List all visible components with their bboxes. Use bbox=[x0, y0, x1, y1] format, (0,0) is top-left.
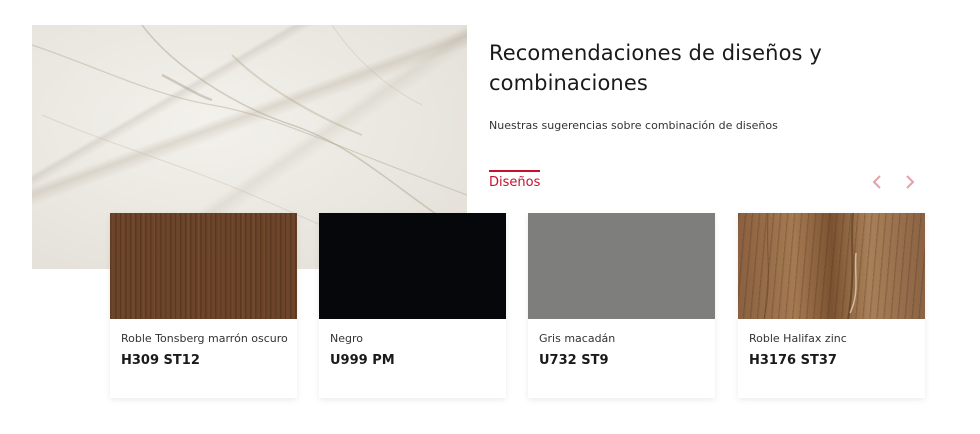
design-card[interactable]: Negro U999 PM bbox=[319, 213, 506, 398]
chevron-left-icon bbox=[872, 175, 881, 189]
design-card[interactable]: Roble Tonsberg marrón oscuro H309 ST12 bbox=[110, 213, 297, 398]
design-card[interactable]: Roble Halifax zinc H3176 ST37 bbox=[738, 213, 925, 398]
design-name: Roble Tonsberg marrón oscuro bbox=[121, 332, 288, 345]
page-subtitle: Nuestras sugerencias sobre combinación d… bbox=[489, 119, 778, 132]
design-code: H3176 ST37 bbox=[749, 353, 837, 368]
design-swatch bbox=[319, 213, 506, 319]
page-title: Recomendaciones de diseños y combinacion… bbox=[489, 41, 822, 95]
design-code: H309 ST12 bbox=[121, 353, 200, 368]
design-swatch bbox=[110, 213, 297, 319]
design-code: U999 PM bbox=[330, 353, 395, 368]
design-name: Gris macadán bbox=[539, 332, 616, 345]
chevron-right-icon bbox=[906, 175, 915, 189]
carousel-prev-button[interactable] bbox=[868, 172, 886, 192]
design-name: Roble Halifax zinc bbox=[749, 332, 847, 345]
design-swatch bbox=[528, 213, 715, 319]
design-code: U732 ST9 bbox=[539, 353, 609, 368]
carousel-next-button[interactable] bbox=[901, 172, 919, 192]
design-card[interactable]: Gris macadán U732 ST9 bbox=[528, 213, 715, 398]
design-swatch bbox=[738, 213, 925, 319]
tab-disenos[interactable]: Diseños bbox=[489, 170, 541, 191]
wood-knot bbox=[763, 213, 857, 319]
design-name: Negro bbox=[330, 332, 363, 345]
